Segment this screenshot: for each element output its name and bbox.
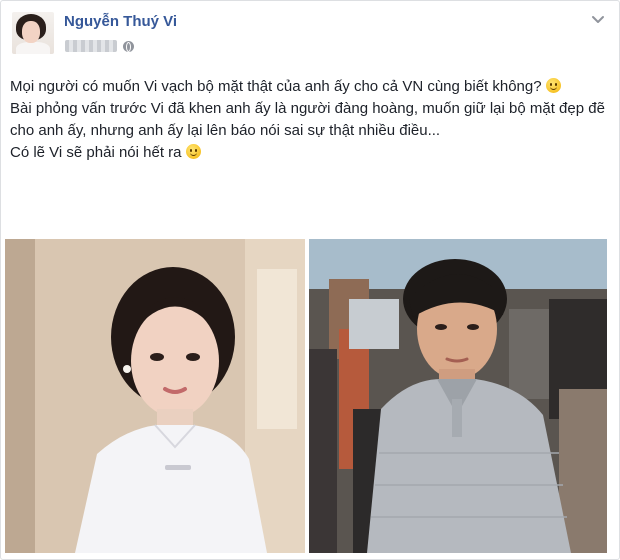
blurred-timestamp[interactable] xyxy=(65,40,117,52)
chevron-down-icon[interactable] xyxy=(591,13,605,27)
author-name-link[interactable]: Nguyễn Thuý Vi xyxy=(64,13,177,30)
globe-icon xyxy=(123,40,134,52)
author-avatar[interactable] xyxy=(12,12,54,54)
post-paragraph: Có lẽ Vi sẽ phải nói hết ra xyxy=(10,142,610,164)
woman-portrait-image xyxy=(5,239,305,553)
facebook-post-card: Nguyễn Thuý Vi Mọi người có muốn Vi vạch… xyxy=(0,0,620,560)
post-photo-right[interactable] xyxy=(309,239,607,553)
post-text: Mọi người có muốn Vi vạch bộ mặt thật củ… xyxy=(10,76,610,164)
post-paragraph: Bài phỏng vấn trước Vi đã khen anh ấy là… xyxy=(10,100,605,139)
smiley-emoji-icon xyxy=(185,144,201,159)
man-portrait-image xyxy=(309,239,607,553)
post-photo-left[interactable] xyxy=(5,239,305,553)
smiley-emoji-icon xyxy=(545,78,561,93)
post-paragraph: Mọi người có muốn Vi vạch bộ mặt thật củ… xyxy=(10,76,610,98)
post-meta xyxy=(65,39,134,53)
